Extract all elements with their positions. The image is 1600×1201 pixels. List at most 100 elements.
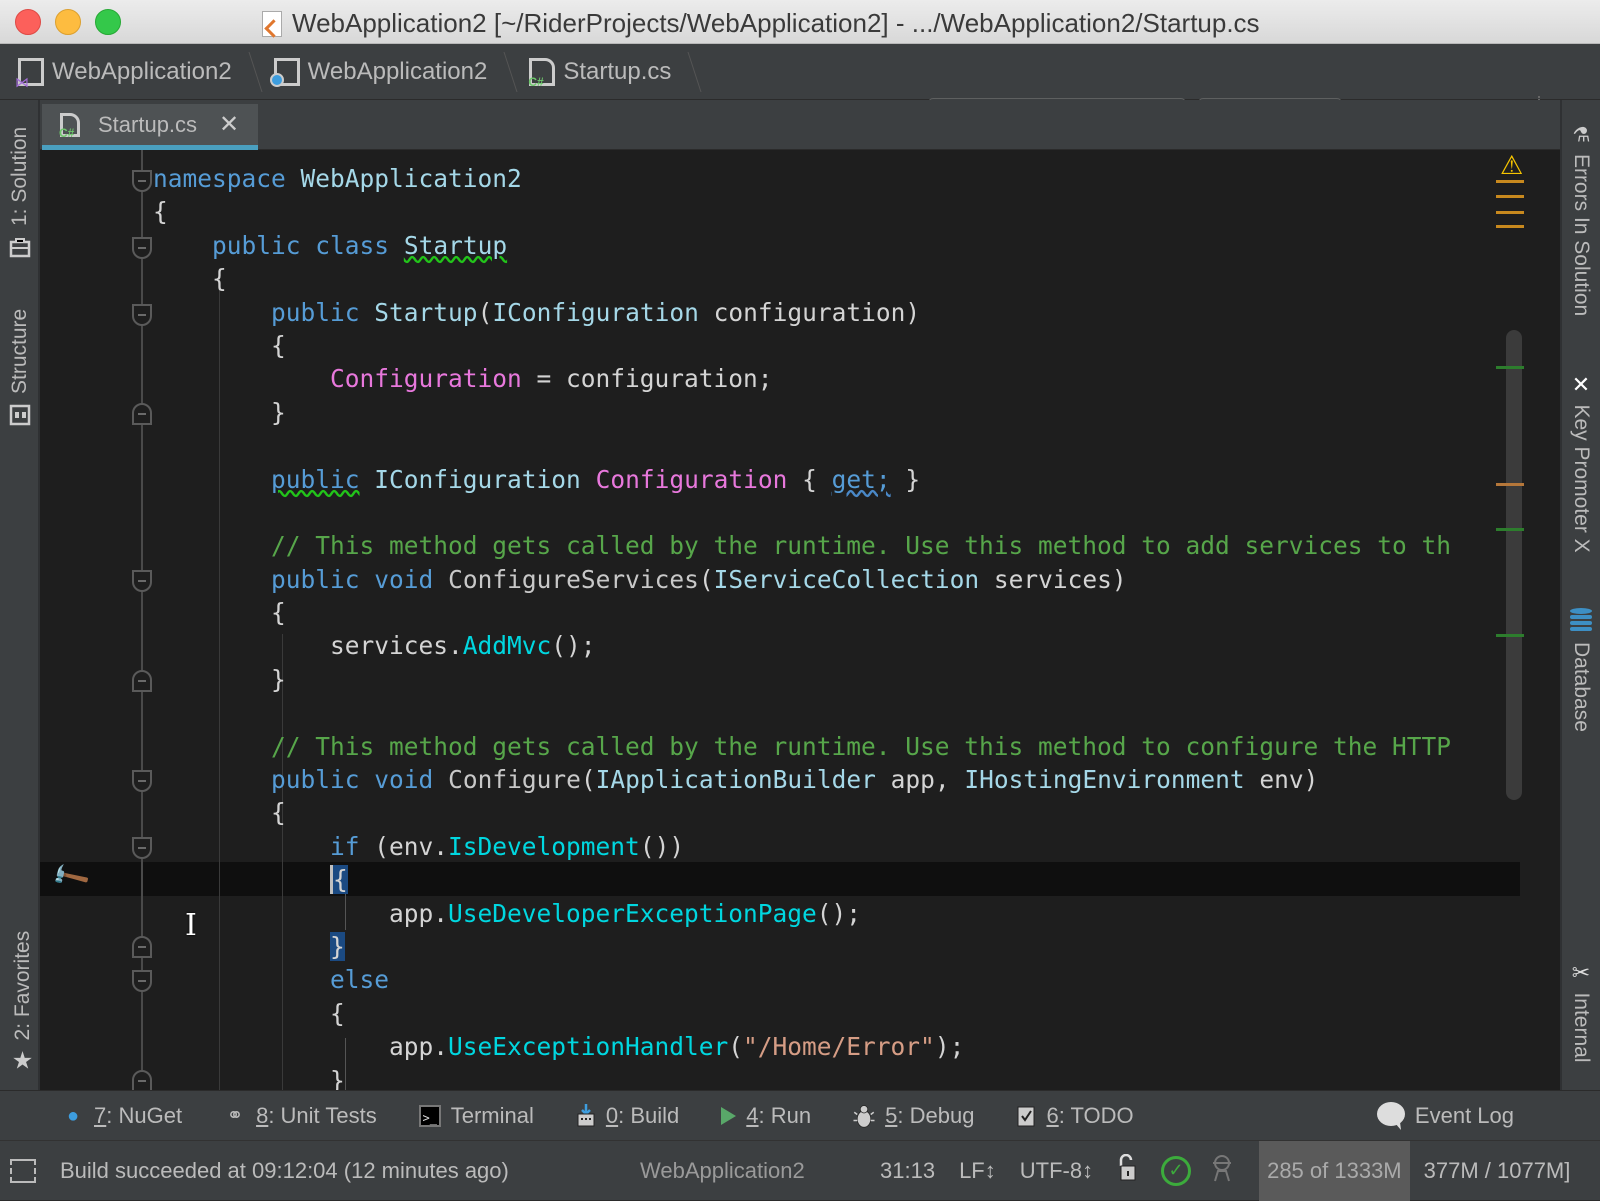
tool-button-todo[interactable]: 6: TODO <box>1016 1103 1134 1129</box>
event-log-button[interactable]: Event Log <box>1375 1091 1514 1141</box>
memory-indicator[interactable]: 285 of 1333M <box>1259 1140 1410 1201</box>
warning-stripe[interactable] <box>1496 225 1524 228</box>
tool-tab-internal[interactable]: ✂ Internal <box>1568 960 1594 1062</box>
code-line[interactable] <box>153 696 1451 729</box>
code-token: } <box>330 931 345 961</box>
line-ending-selector[interactable]: LF↕ <box>959 1158 996 1184</box>
change-marker[interactable] <box>1496 483 1524 486</box>
fold-marker[interactable] <box>132 304 152 326</box>
breadcrumb-solution[interactable]: WebApplication2 <box>0 44 263 100</box>
change-marker[interactable] <box>1496 634 1524 637</box>
code-line[interactable]: { <box>153 863 1451 896</box>
tool-tab-favorites[interactable]: ★ 2: Favorites <box>8 931 37 1075</box>
breadcrumb-file[interactable]: Startup.cs <box>511 44 702 100</box>
inspector-icon[interactable] <box>1209 1153 1235 1189</box>
tool-button-unit-tests[interactable]: ⚭ 8: Unit Tests <box>224 1103 377 1129</box>
code-line[interactable]: { <box>153 262 1451 295</box>
change-marker[interactable] <box>1496 366 1524 369</box>
code-line[interactable]: app.UseDeveloperExceptionPage(); <box>153 897 1451 930</box>
code-line[interactable] <box>153 429 1451 462</box>
fold-marker[interactable] <box>132 670 152 692</box>
code-content[interactable]: namespace WebApplication2{ public class … <box>153 162 1451 1090</box>
breadcrumb-label: WebApplication2 <box>307 57 488 85</box>
tool-button-terminal[interactable]: >_ Terminal <box>418 1102 534 1129</box>
tool-button-build[interactable]: 0: Build <box>576 1103 679 1129</box>
code-line[interactable]: { <box>153 796 1451 829</box>
readonly-toggle[interactable] <box>1117 1153 1137 1188</box>
code-line[interactable]: services.AddMvc(); <box>153 629 1451 662</box>
inspection-ok-icon[interactable]: ✓ <box>1161 1155 1192 1186</box>
minimize-window-button[interactable] <box>55 9 81 35</box>
editor-tab-startup-cs[interactable]: Startup.cs ✕ <box>42 104 258 150</box>
code-line[interactable]: } <box>153 930 1451 963</box>
tool-button-debug[interactable]: 5: Debug <box>853 1103 974 1129</box>
status-message[interactable]: Build succeeded at 09:12:04 (12 minutes … <box>60 1158 640 1184</box>
code-line[interactable]: namespace WebApplication2 <box>153 162 1451 195</box>
code-line[interactable]: } <box>153 396 1451 429</box>
code-line[interactable]: { <box>153 195 1451 228</box>
tool-tab-label: 1: Solution <box>8 126 31 226</box>
code-token: } <box>153 664 286 694</box>
code-line[interactable]: app.UseExceptionHandler("/Home/Error"); <box>153 1030 1451 1063</box>
fold-marker[interactable] <box>132 570 152 592</box>
tool-tab-database[interactable]: Database <box>1568 608 1594 732</box>
tool-tab-errors-in-solution[interactable]: ⚗ Errors In Solution <box>1569 124 1594 316</box>
code-line[interactable]: { <box>153 997 1451 1030</box>
close-tab-icon[interactable]: ✕ <box>219 110 239 139</box>
warning-icon[interactable]: ⚠ <box>1500 150 1523 181</box>
code-line[interactable]: public IConfiguration Configuration { ge… <box>153 463 1451 496</box>
code-line[interactable]: public class Startup <box>153 229 1451 262</box>
zoom-window-button[interactable] <box>95 9 121 35</box>
warning-stripe[interactable] <box>1496 180 1524 183</box>
code-line[interactable]: public void Configure(IApplicationBuilde… <box>153 763 1451 796</box>
status-project[interactable]: WebApplication2 <box>640 1158 880 1184</box>
vertical-scrollbar[interactable] <box>1506 330 1522 800</box>
code-line[interactable]: // This method gets called by the runtim… <box>153 529 1451 562</box>
mnemonic: 7 <box>94 1102 107 1128</box>
code-line[interactable]: Configuration = configuration; <box>153 362 1451 395</box>
encoding-selector[interactable]: UTF-8↕ <box>1020 1158 1093 1184</box>
code-token: ( <box>728 1032 744 1062</box>
code-line[interactable] <box>153 496 1451 529</box>
code-token: ()) <box>639 831 685 861</box>
tool-tab-key-promoter[interactable]: ✕ Key Promoter X <box>1568 372 1594 552</box>
fold-marker[interactable] <box>132 170 152 192</box>
code-editor[interactable]: 🔨 I namespace WebApplication2{ public cl… <box>40 150 1560 1090</box>
fold-marker[interactable] <box>132 237 152 259</box>
code-token: public <box>271 464 360 494</box>
code-line[interactable]: public void ConfigureServices(IServiceCo… <box>153 563 1451 596</box>
fold-marker[interactable] <box>132 1070 152 1090</box>
fold-marker[interactable] <box>132 970 152 992</box>
code-token: services) <box>979 564 1127 594</box>
code-line[interactable]: public Startup(IConfiguration configurat… <box>153 296 1451 329</box>
fold-marker[interactable] <box>132 837 152 859</box>
fold-marker[interactable] <box>132 403 152 425</box>
breadcrumb-project[interactable]: WebApplication2 <box>256 44 518 100</box>
warning-stripe[interactable] <box>1496 211 1524 214</box>
fold-marker[interactable] <box>132 770 152 792</box>
csharp-file-icon <box>59 112 80 140</box>
tool-button-run[interactable]: 4: Run <box>721 1103 811 1129</box>
hector-icon <box>1213 1154 1232 1181</box>
code-line[interactable]: } <box>153 663 1451 696</box>
code-line[interactable]: } <box>153 1064 1451 1090</box>
toggle-tool-windows-icon[interactable] <box>10 1158 36 1183</box>
change-marker[interactable] <box>1496 528 1524 531</box>
code-line[interactable]: { <box>153 596 1451 629</box>
tool-tab-solution[interactable]: 1: Solution <box>8 127 32 258</box>
code-line[interactable]: // This method gets called by the runtim… <box>153 730 1451 763</box>
tool-button-nuget[interactable]: ● 7: NuGet <box>62 1103 182 1129</box>
fold-marker[interactable] <box>132 936 152 958</box>
close-window-button[interactable] <box>15 9 41 35</box>
code-line[interactable]: { <box>153 329 1451 362</box>
code-line[interactable]: if (env.IsDevelopment()) <box>153 830 1451 863</box>
code-token: { <box>153 330 286 360</box>
code-line[interactable]: else <box>153 963 1451 996</box>
code-token: Configuration <box>330 364 522 394</box>
tool-tab-structure[interactable]: Structure <box>8 309 32 426</box>
tool-button-label: Terminal <box>450 1102 534 1128</box>
caret-position[interactable]: 31:13 <box>880 1158 935 1184</box>
warning-stripe[interactable] <box>1496 195 1524 198</box>
